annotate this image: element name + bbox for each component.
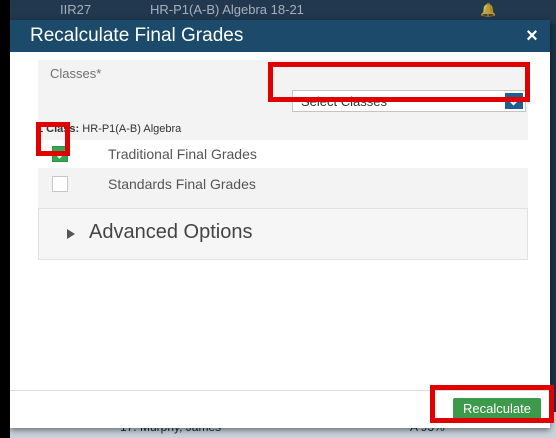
bell-icon: 🔔	[480, 2, 497, 17]
recalculate-button[interactable]: Recalculate	[453, 398, 541, 420]
close-icon[interactable]: ×	[514, 20, 550, 52]
chevron-down-icon[interactable]	[505, 93, 523, 109]
recalculate-dialog: Recalculate Final Grades × Classes* Sele…	[10, 20, 550, 428]
standards-checkbox[interactable]	[52, 176, 68, 192]
dialog-title: Recalculate Final Grades	[30, 25, 244, 46]
summary-count: 1 Class:	[37, 123, 80, 135]
advanced-options-label: Advanced Options	[89, 221, 253, 243]
traditional-checkbox[interactable]	[52, 146, 68, 162]
traditional-label: Traditional Final Grades	[108, 146, 257, 162]
select-classes-value: Select Classes	[301, 94, 387, 109]
option-standards-final-grades[interactable]: Standards Final Grades	[38, 170, 528, 198]
classes-label: Classes*	[50, 66, 102, 81]
classes-summary: 1 Class: HR-P1(A-B) Algebra	[37, 123, 181, 135]
background-text: IIR27	[60, 2, 92, 17]
advanced-options-toggle[interactable]: Advanced Options	[38, 208, 528, 260]
footer-divider	[10, 390, 550, 391]
standards-label: Standards Final Grades	[108, 176, 256, 192]
option-traditional-final-grades[interactable]: Traditional Final Grades	[38, 140, 528, 168]
select-classes-dropdown[interactable]: Select Classes	[292, 90, 526, 112]
dialog-header: Recalculate Final Grades ×	[10, 20, 550, 52]
background-class-text: HR-P1(A-B) Algebra 18-21	[150, 2, 304, 17]
left-edge	[0, 0, 10, 438]
summary-class-name: HR-P1(A-B) Algebra	[82, 123, 182, 135]
caret-right-icon	[67, 229, 75, 239]
